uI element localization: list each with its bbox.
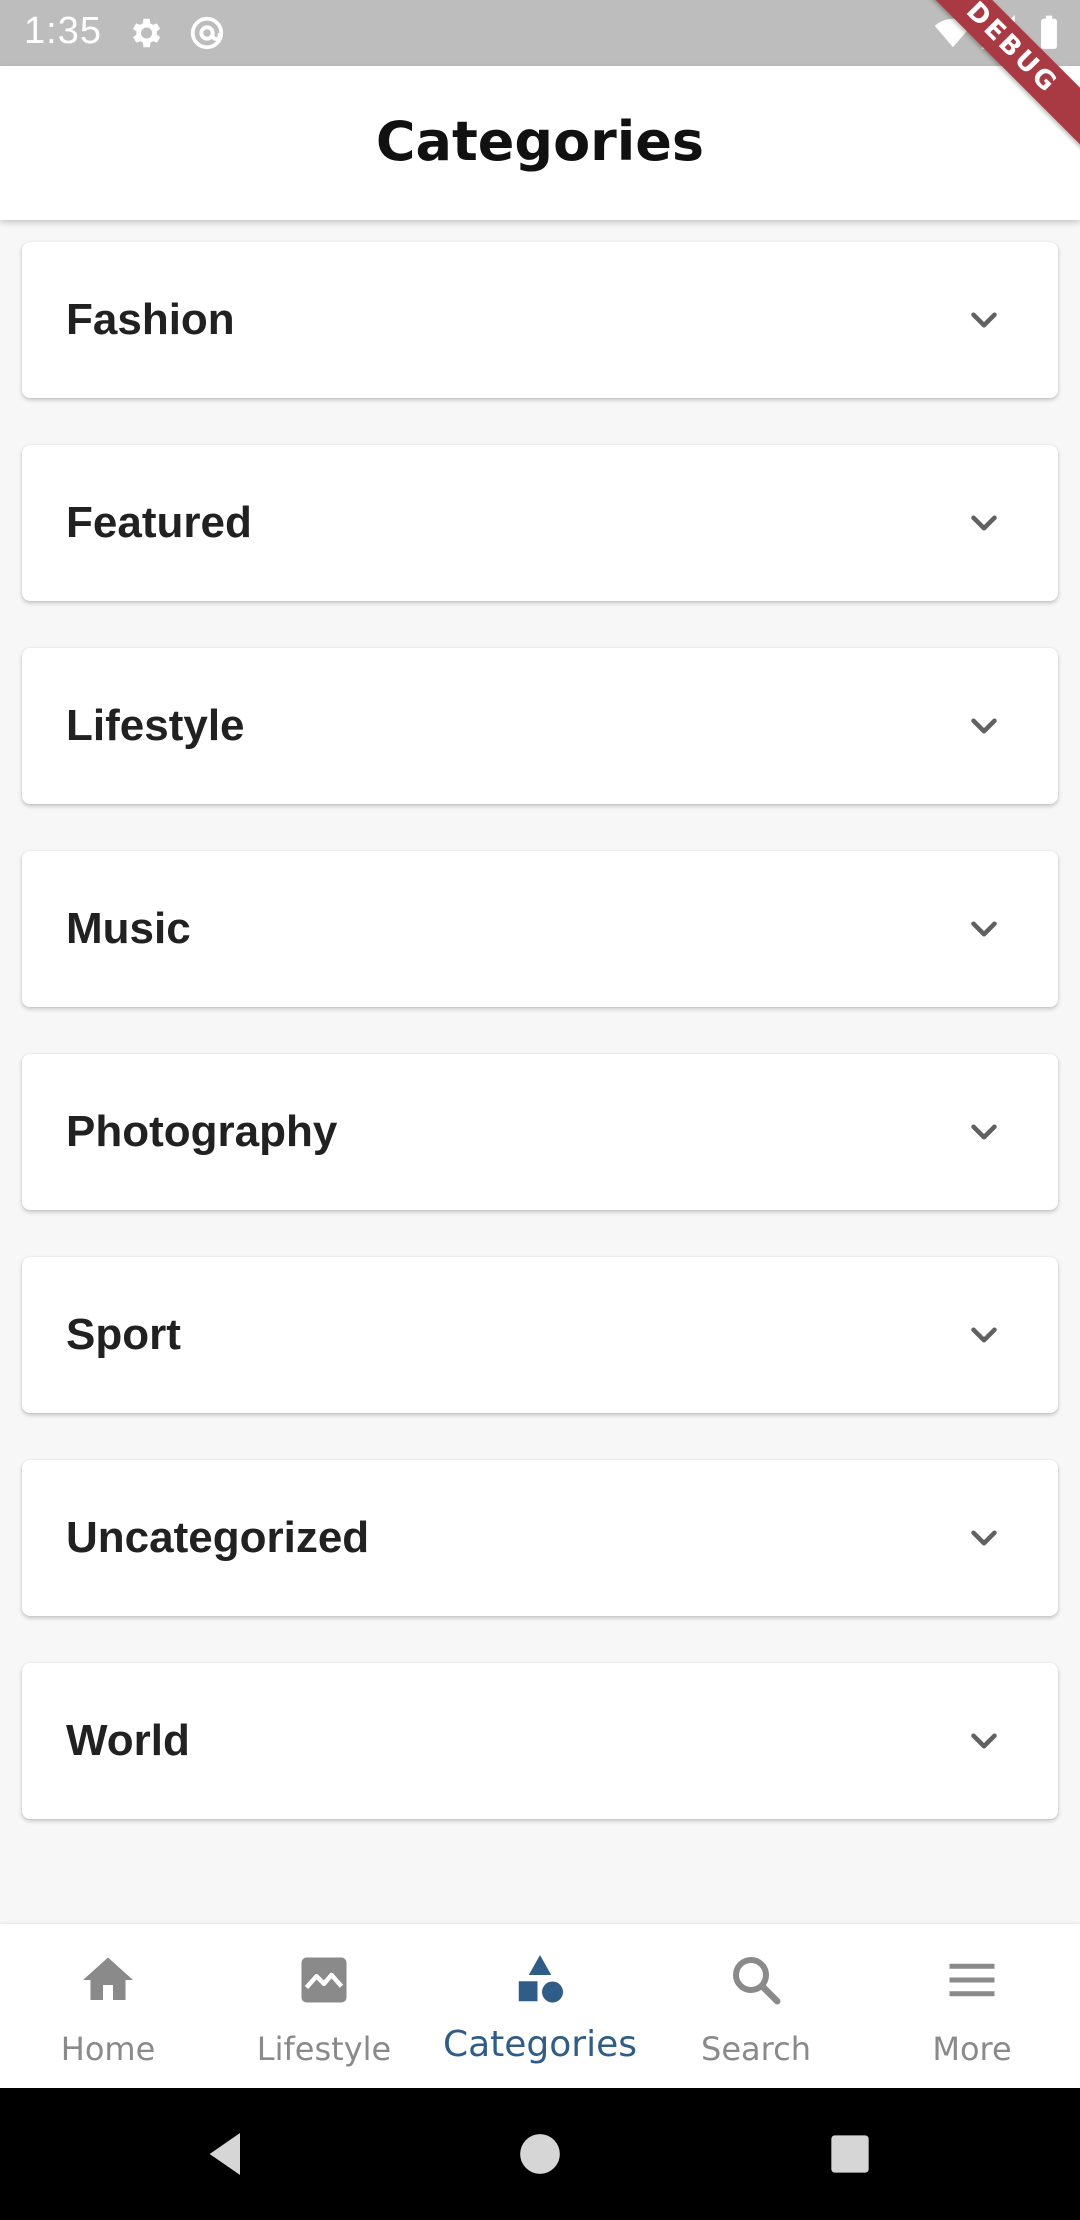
bottom-nav: Home Lifestyle Categories Search More	[0, 1924, 1080, 2088]
chevron-down-icon	[971, 515, 997, 531]
nav-label: Search	[701, 2030, 811, 2068]
recents-icon[interactable]	[822, 2126, 878, 2182]
chevron-down-icon	[971, 1530, 997, 1546]
back-icon[interactable]	[198, 2126, 254, 2182]
shapes-icon	[518, 1955, 563, 2003]
category-label: Photography	[66, 1107, 338, 1156]
at-icon	[190, 16, 224, 50]
system-nav-bar	[0, 2088, 1080, 2220]
category-label: Fashion	[66, 295, 235, 344]
chevron-down-icon	[971, 1327, 997, 1343]
category-card-lifestyle[interactable]: Lifestyle	[22, 648, 1058, 804]
status-bar: 1:35 DEBUG	[0, 0, 1080, 155]
nav-item-categories[interactable]: Categories	[432, 1924, 648, 2088]
category-label: Music	[66, 904, 191, 953]
nav-item-lifestyle[interactable]: Lifestyle	[216, 1924, 432, 2088]
category-card-sport[interactable]: Sport	[22, 1257, 1058, 1413]
nav-item-more[interactable]: More	[864, 1924, 1080, 2088]
chevron-down-icon	[971, 718, 997, 734]
category-label: World	[66, 1716, 190, 1765]
nav-item-search[interactable]: Search	[648, 1924, 864, 2088]
category-label: Sport	[66, 1310, 181, 1359]
nav-label: Home	[60, 2030, 156, 2068]
page-title: Categories	[375, 110, 705, 173]
chevron-down-icon	[971, 1733, 997, 1749]
chevron-down-icon	[971, 312, 997, 328]
nav-item-home[interactable]: Home	[0, 1924, 216, 2088]
nav-label: Lifestyle	[256, 2030, 392, 2068]
category-card-music[interactable]: Music	[22, 851, 1058, 1007]
app-bar: Categories	[0, 66, 1080, 220]
category-card-fashion[interactable]: Fashion	[22, 242, 1058, 398]
category-card-photography[interactable]: Photography	[22, 1054, 1058, 1210]
menu-icon	[949, 1963, 995, 1997]
category-label: Featured	[66, 498, 252, 547]
chevron-down-icon	[971, 921, 997, 937]
nav-label: More	[932, 2030, 1012, 2068]
chevron-down-icon	[971, 1124, 997, 1140]
category-label: Uncategorized	[66, 1513, 370, 1562]
category-list: Fashion Featured Lifestyle Music Photogr…	[0, 220, 1080, 1848]
category-card-featured[interactable]: Featured	[22, 445, 1058, 601]
category-card-world[interactable]: World	[22, 1663, 1058, 1819]
status-time: 1:35	[24, 10, 102, 52]
nav-label: Categories	[442, 2024, 638, 2065]
home-circle-icon[interactable]	[512, 2126, 568, 2182]
home-icon	[83, 1957, 133, 2000]
gear-icon	[132, 18, 161, 48]
search-icon	[733, 1957, 781, 2005]
image-icon	[301, 1957, 347, 2003]
category-label: Lifestyle	[66, 701, 245, 750]
category-card-uncategorized[interactable]: Uncategorized	[22, 1460, 1058, 1616]
